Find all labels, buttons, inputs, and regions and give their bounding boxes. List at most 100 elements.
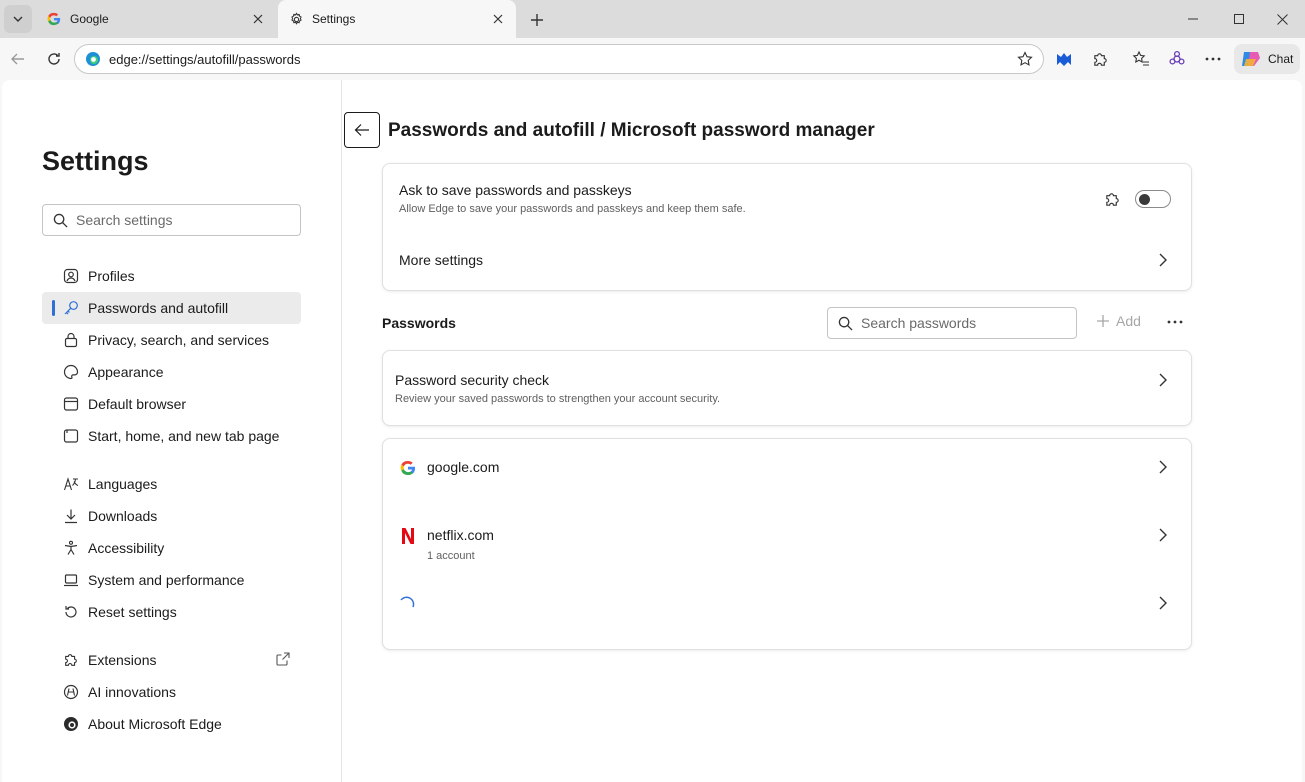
more-settings-label: More settings (399, 252, 484, 268)
netflix-icon (399, 527, 417, 545)
close-icon (1276, 13, 1288, 25)
key-icon (62, 299, 80, 317)
malwarebytes-extension-button[interactable] (1050, 45, 1078, 73)
sidebar-item-label: Start, home, and new tab page (88, 428, 280, 444)
sidebar-item-label: Passwords and autofill (88, 300, 229, 316)
sidebar-item-profiles[interactable]: Profiles (42, 260, 301, 292)
settings-search[interactable] (42, 204, 301, 236)
minimize-button[interactable] (1170, 0, 1216, 38)
chevron-right-icon (1155, 459, 1171, 475)
tab-actions-menu-button[interactable] (4, 5, 32, 33)
password-security-check-card[interactable]: Password security check Review your save… (382, 350, 1192, 426)
back-button[interactable] (4, 45, 32, 73)
google-g-icon (399, 459, 417, 477)
edge-icon (86, 52, 100, 66)
toggle-knob (1139, 194, 1150, 205)
sidebar-item-label: System and performance (88, 572, 245, 588)
sidebar-item-languages[interactable]: Languages (42, 468, 301, 500)
settings-page: Settings Profiles Passwords and autofill… (2, 80, 1302, 782)
lock-icon (62, 331, 80, 349)
sidebar-item-downloads[interactable]: Downloads (42, 500, 301, 532)
close-tab-icon[interactable] (250, 11, 266, 27)
sidebar-item-passwords-and-autofill[interactable]: Passwords and autofill (42, 292, 301, 324)
maximize-icon (1234, 14, 1244, 24)
list-item[interactable] (383, 575, 1191, 643)
search-icon (53, 213, 68, 228)
close-tab-icon[interactable] (490, 11, 506, 27)
passwords-more-options-button[interactable] (1162, 311, 1188, 333)
list-item[interactable]: netflix.com 1 account (383, 507, 1191, 575)
sidebar-item-label: Extensions (88, 652, 157, 668)
chevron-right-icon (1155, 527, 1171, 543)
sidebar-item-ai-innovations[interactable]: AI innovations (42, 676, 301, 708)
arrow-left-icon (354, 124, 369, 136)
sidebar-item-appearance[interactable]: Appearance (42, 356, 301, 388)
save-passwords-toggle[interactable] (1135, 190, 1171, 208)
plus-icon (1097, 315, 1109, 327)
settings-sidebar: Settings Profiles Passwords and autofill… (2, 80, 342, 782)
loading-spinner-icon (399, 595, 417, 613)
add-password-button[interactable]: Add (1096, 313, 1141, 329)
accessibility-icon (62, 539, 80, 557)
chat-button[interactable]: Chat (1234, 44, 1300, 74)
refresh-button[interactable] (40, 45, 68, 73)
site-name: google.com (427, 459, 500, 475)
sidebar-item-system-performance[interactable]: System and performance (42, 564, 301, 596)
sidebar-item-privacy[interactable]: Privacy, search, and services (42, 324, 301, 356)
site-name: netflix.com (427, 527, 494, 543)
chevron-down-icon (13, 16, 23, 22)
refresh-icon (48, 53, 60, 65)
more-settings-row[interactable]: More settings (383, 228, 1191, 292)
favorites-icon (1132, 50, 1149, 66)
plus-icon (531, 14, 543, 26)
tab-strip: Google Settings (0, 0, 1305, 38)
save-passwords-row: Ask to save passwords and passkeys Allow… (383, 182, 1191, 215)
languages-icon (62, 475, 80, 493)
arrow-left-icon (11, 53, 24, 65)
sidebar-item-about-edge[interactable]: About Microsoft Edge (42, 708, 301, 740)
sidebar-item-label: About Microsoft Edge (88, 716, 222, 732)
settings-and-more-button[interactable] (1199, 45, 1227, 73)
sidebar-item-default-browser[interactable]: Default browser (42, 388, 301, 420)
extension-managed-icon[interactable] (1103, 190, 1121, 208)
copilot-button[interactable] (1163, 45, 1191, 73)
sidebar-item-label: AI innovations (88, 684, 176, 700)
sidebar-item-label: Privacy, search, and services (88, 332, 270, 348)
security-check-title: Password security check (395, 372, 550, 388)
password-settings-card: Ask to save passwords and passkeys Allow… (382, 163, 1192, 291)
tab-google[interactable]: Google (36, 0, 276, 38)
sidebar-item-reset-settings[interactable]: Reset settings (42, 596, 301, 628)
star-icon[interactable] (1017, 51, 1033, 67)
back-to-autofill-button[interactable] (344, 112, 380, 148)
maximize-button[interactable] (1216, 0, 1262, 38)
passwords-page: Passwords and autofill / Microsoft passw… (342, 80, 1302, 782)
google-g-icon (46, 11, 62, 27)
copilot-icon (1169, 50, 1185, 65)
sidebar-item-label: Accessibility (88, 540, 165, 556)
ai-icon (62, 683, 80, 701)
tab-title: Settings (312, 12, 356, 26)
address-bar[interactable]: edge://settings/autofill/passwords (74, 44, 1044, 74)
save-passwords-subtitle: Allow Edge to save your passwords and pa… (399, 203, 746, 215)
sidebar-item-start-home-newtab[interactable]: Start, home, and new tab page (42, 420, 301, 452)
gear-icon (288, 11, 304, 27)
sidebar-item-label: Appearance (88, 364, 164, 380)
extensions-button[interactable] (1086, 45, 1114, 73)
laptop-icon (62, 571, 80, 589)
palette-icon (62, 363, 80, 381)
save-passwords-title: Ask to save passwords and passkeys (399, 182, 632, 198)
tab-settings[interactable]: Settings (278, 0, 516, 38)
chat-label: Chat (1268, 52, 1294, 66)
passwords-search[interactable] (827, 307, 1077, 339)
list-item[interactable]: google.com (383, 439, 1191, 507)
passwords-search-input[interactable] (861, 315, 1061, 331)
sidebar-item-extensions[interactable]: Extensions (42, 644, 301, 676)
new-tab-button[interactable] (524, 7, 550, 33)
add-label: Add (1116, 313, 1141, 329)
security-check-row: Password security check Review your save… (383, 372, 1191, 405)
close-window-button[interactable] (1259, 0, 1305, 38)
download-icon (62, 507, 80, 525)
favorites-button[interactable] (1127, 45, 1155, 73)
settings-search-input[interactable] (76, 212, 276, 228)
sidebar-item-accessibility[interactable]: Accessibility (42, 532, 301, 564)
